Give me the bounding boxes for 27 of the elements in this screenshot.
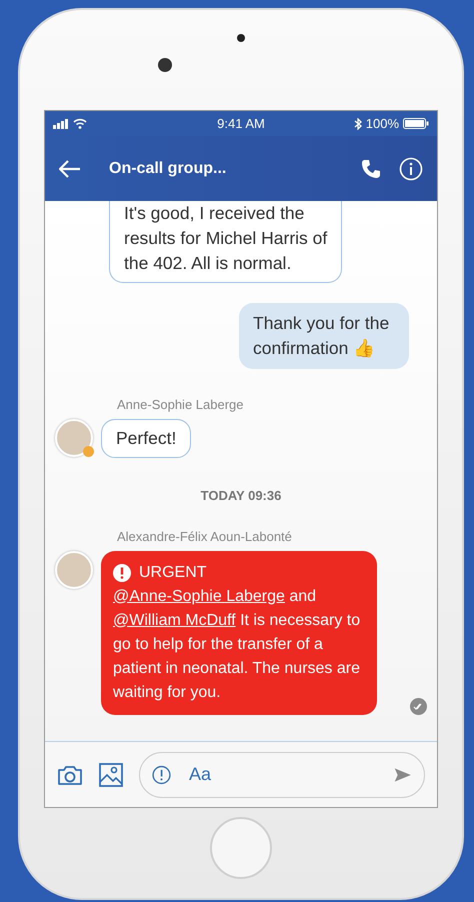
speaker-dot — [237, 34, 245, 42]
back-arrow-icon[interactable] — [59, 160, 81, 178]
message-bubble: Thank you for the confirmation 👍 — [239, 303, 409, 369]
exclamation-icon — [113, 564, 131, 582]
urgent-message-text: @Anne-Sophie Laberge and @William McDuff It is necessary to go to help for the transfer of a patient in neonatal. The nurses are waiting for you. — [113, 586, 362, 702]
info-icon[interactable] — [399, 156, 423, 180]
urgent-label: URGENT — [139, 562, 207, 582]
sender-name: Anne-Sophie Laberge — [117, 396, 244, 414]
message-bubble: It's good, I received the results for Michel Harris of the 402. All is normal. — [109, 201, 342, 283]
image-icon[interactable] — [99, 762, 123, 786]
mention-link[interactable]: @Anne-Sophie Laberge — [113, 588, 285, 604]
camera-dot — [158, 58, 172, 72]
camera-icon[interactable] — [57, 764, 83, 786]
mention-link[interactable]: @William McDuff — [113, 612, 236, 628]
phone-icon[interactable] — [361, 158, 381, 178]
message-field[interactable]: Aa — [139, 752, 425, 798]
sender-name: Alexandre-Félix Aoun-Labonté — [117, 528, 293, 546]
bluetooth-icon — [354, 118, 362, 130]
wifi-icon — [73, 118, 87, 129]
signal-icon — [53, 118, 69, 128]
battery-icon — [403, 118, 429, 129]
chat-title: On-call group... — [109, 158, 228, 178]
message-bubble: Perfect! — [101, 418, 192, 458]
avatar — [55, 550, 93, 588]
battery-percent: 100% — [366, 114, 399, 133]
status-time: 9:41 AM — [216, 114, 266, 133]
date-separator: TODAY 09:36 — [200, 486, 282, 504]
